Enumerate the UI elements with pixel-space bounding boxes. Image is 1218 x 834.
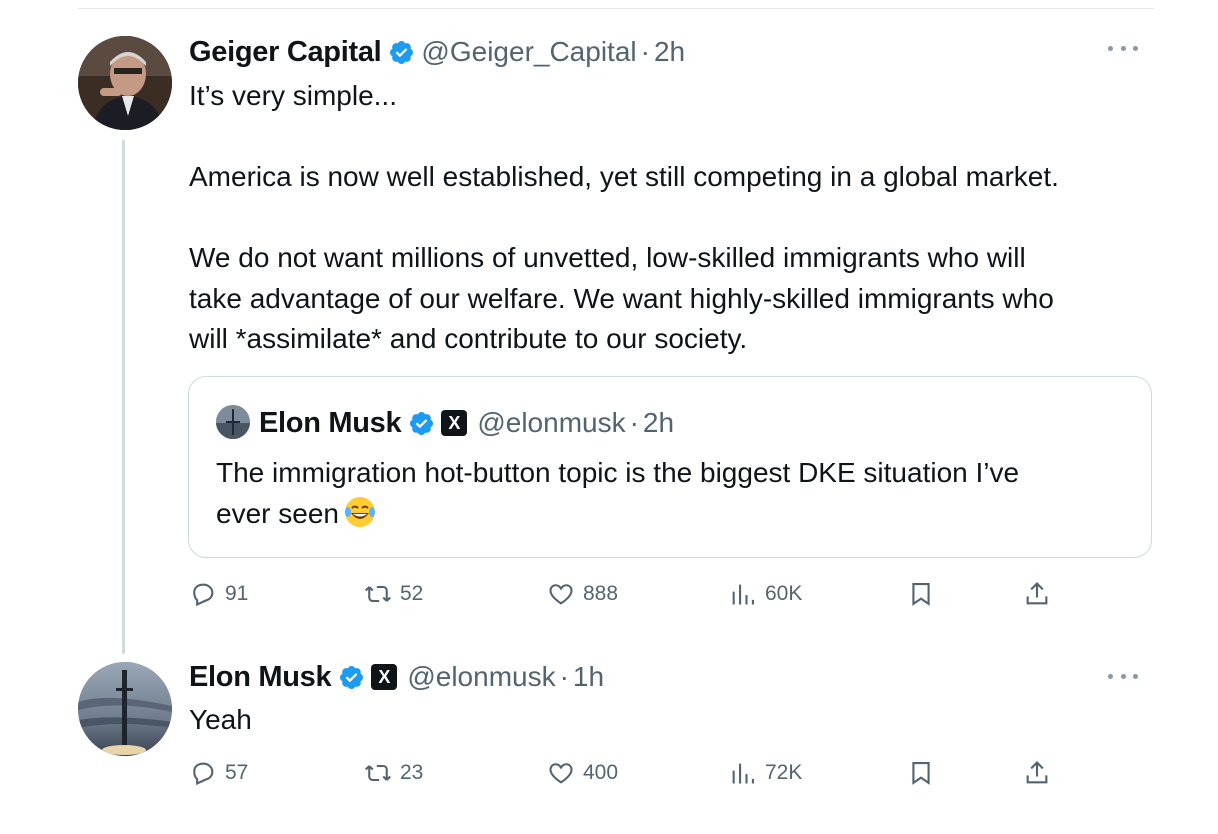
author-name[interactable]: Geiger Capital <box>189 36 382 69</box>
share-button[interactable] <box>1023 574 1051 614</box>
top-divider <box>78 8 1154 9</box>
quoted-author-name: Elon Musk <box>259 406 402 439</box>
share-icon <box>1026 761 1048 784</box>
reply-icon <box>193 762 214 786</box>
tweet-action-bar: 57 23 400 72K <box>189 753 1069 793</box>
bookmark-icon <box>912 583 930 606</box>
like-count: 400 <box>583 761 619 784</box>
tweet-time[interactable]: 2h <box>654 36 685 68</box>
more-icon[interactable] <box>1108 46 1138 54</box>
reply-count: 91 <box>225 582 249 605</box>
author-handle[interactable]: @elonmusk <box>407 661 555 693</box>
x-affiliate-badge: X <box>441 410 468 436</box>
quoted-tweet-body: The immigration hot-button topic is the … <box>216 453 1126 534</box>
share-icon <box>1026 582 1048 605</box>
separator-dot: · <box>559 661 569 692</box>
tweet-time[interactable]: 1h <box>573 661 604 693</box>
tweet-line: take advantage of our welfare. We want h… <box>189 282 1054 314</box>
separator-dot: · <box>629 407 639 438</box>
reply-button[interactable]: 57 <box>189 753 248 793</box>
views-count: 60K <box>765 582 803 605</box>
quoted-tweet-time: 2h <box>642 407 675 438</box>
tweet-header: Elon Musk X @elonmusk · 1h <box>189 657 604 697</box>
quoted-author-handle: @elonmusk <box>477 407 626 438</box>
tweet-line: will *assimilate* and contribute to our … <box>189 323 748 354</box>
views-count: 72K <box>765 761 803 784</box>
quoted-tweet-header: Elon Musk X @elonmusk · 2h <box>259 403 674 443</box>
separator-dot: · <box>640 36 650 67</box>
tweet-line-blank <box>189 198 1149 239</box>
bookmark-icon <box>912 762 930 785</box>
tweet-line: We do not want millions of unvetted, low… <box>189 242 1026 273</box>
bookmark-button[interactable] <box>907 753 935 793</box>
heart-icon <box>549 763 573 784</box>
repost-count: 23 <box>400 761 424 784</box>
tweet-body: It’s very simple... America is now well … <box>189 76 1149 360</box>
views-icon <box>732 763 754 784</box>
tweet-line: Yeah <box>189 704 252 735</box>
heart-icon <box>549 584 573 605</box>
verified-badge-icon <box>388 39 415 66</box>
like-button[interactable]: 888 <box>547 574 618 614</box>
tweet-header: Geiger Capital @Geiger_Capital · 2h <box>189 32 685 72</box>
quoted-author-avatar <box>216 405 250 439</box>
like-count: 888 <box>583 582 619 605</box>
repost-icon <box>365 764 391 782</box>
more-icon[interactable] <box>1108 674 1138 682</box>
reply-button[interactable]: 91 <box>189 574 248 614</box>
share-button[interactable] <box>1023 753 1051 793</box>
thread-connector-line <box>122 140 125 654</box>
repost-icon <box>365 585 391 603</box>
tweet-line: America is now well established, yet sti… <box>189 161 1059 192</box>
elon-musk-avatar[interactable] <box>78 662 172 756</box>
author-name[interactable]: Elon Musk <box>189 661 332 694</box>
tweet-line: It’s very simple... <box>189 80 397 111</box>
repost-button[interactable]: 23 <box>364 753 423 793</box>
verified-badge-icon <box>338 664 365 691</box>
repost-count: 52 <box>400 582 424 605</box>
laughing-tears-emoji <box>343 495 377 529</box>
verified-badge-icon <box>408 410 435 437</box>
views-button[interactable]: 72K <box>729 753 802 793</box>
reply-count: 57 <box>225 761 249 784</box>
x-affiliate-badge: X <box>371 664 398 690</box>
tweet-body: Yeah <box>189 700 1149 741</box>
like-button[interactable]: 400 <box>547 753 618 793</box>
geiger-capital-avatar[interactable] <box>78 36 172 130</box>
tweet-action-bar: 91 52 888 60K <box>189 574 1069 614</box>
tweet-line-blank <box>189 117 1149 158</box>
quoted-tweet-line: The immigration hot-button topic is the … <box>216 457 1020 488</box>
views-button[interactable]: 60K <box>729 574 802 614</box>
bookmark-button[interactable] <box>907 574 935 614</box>
quoted-tweet-line: ever seen <box>216 497 339 529</box>
repost-button[interactable]: 52 <box>364 574 423 614</box>
quoted-tweet-card[interactable]: Elon Musk X @elonmusk · 2h The immigrati… <box>188 376 1152 558</box>
views-icon <box>732 584 754 605</box>
reply-icon <box>193 583 214 607</box>
author-handle[interactable]: @Geiger_Capital <box>421 36 636 68</box>
